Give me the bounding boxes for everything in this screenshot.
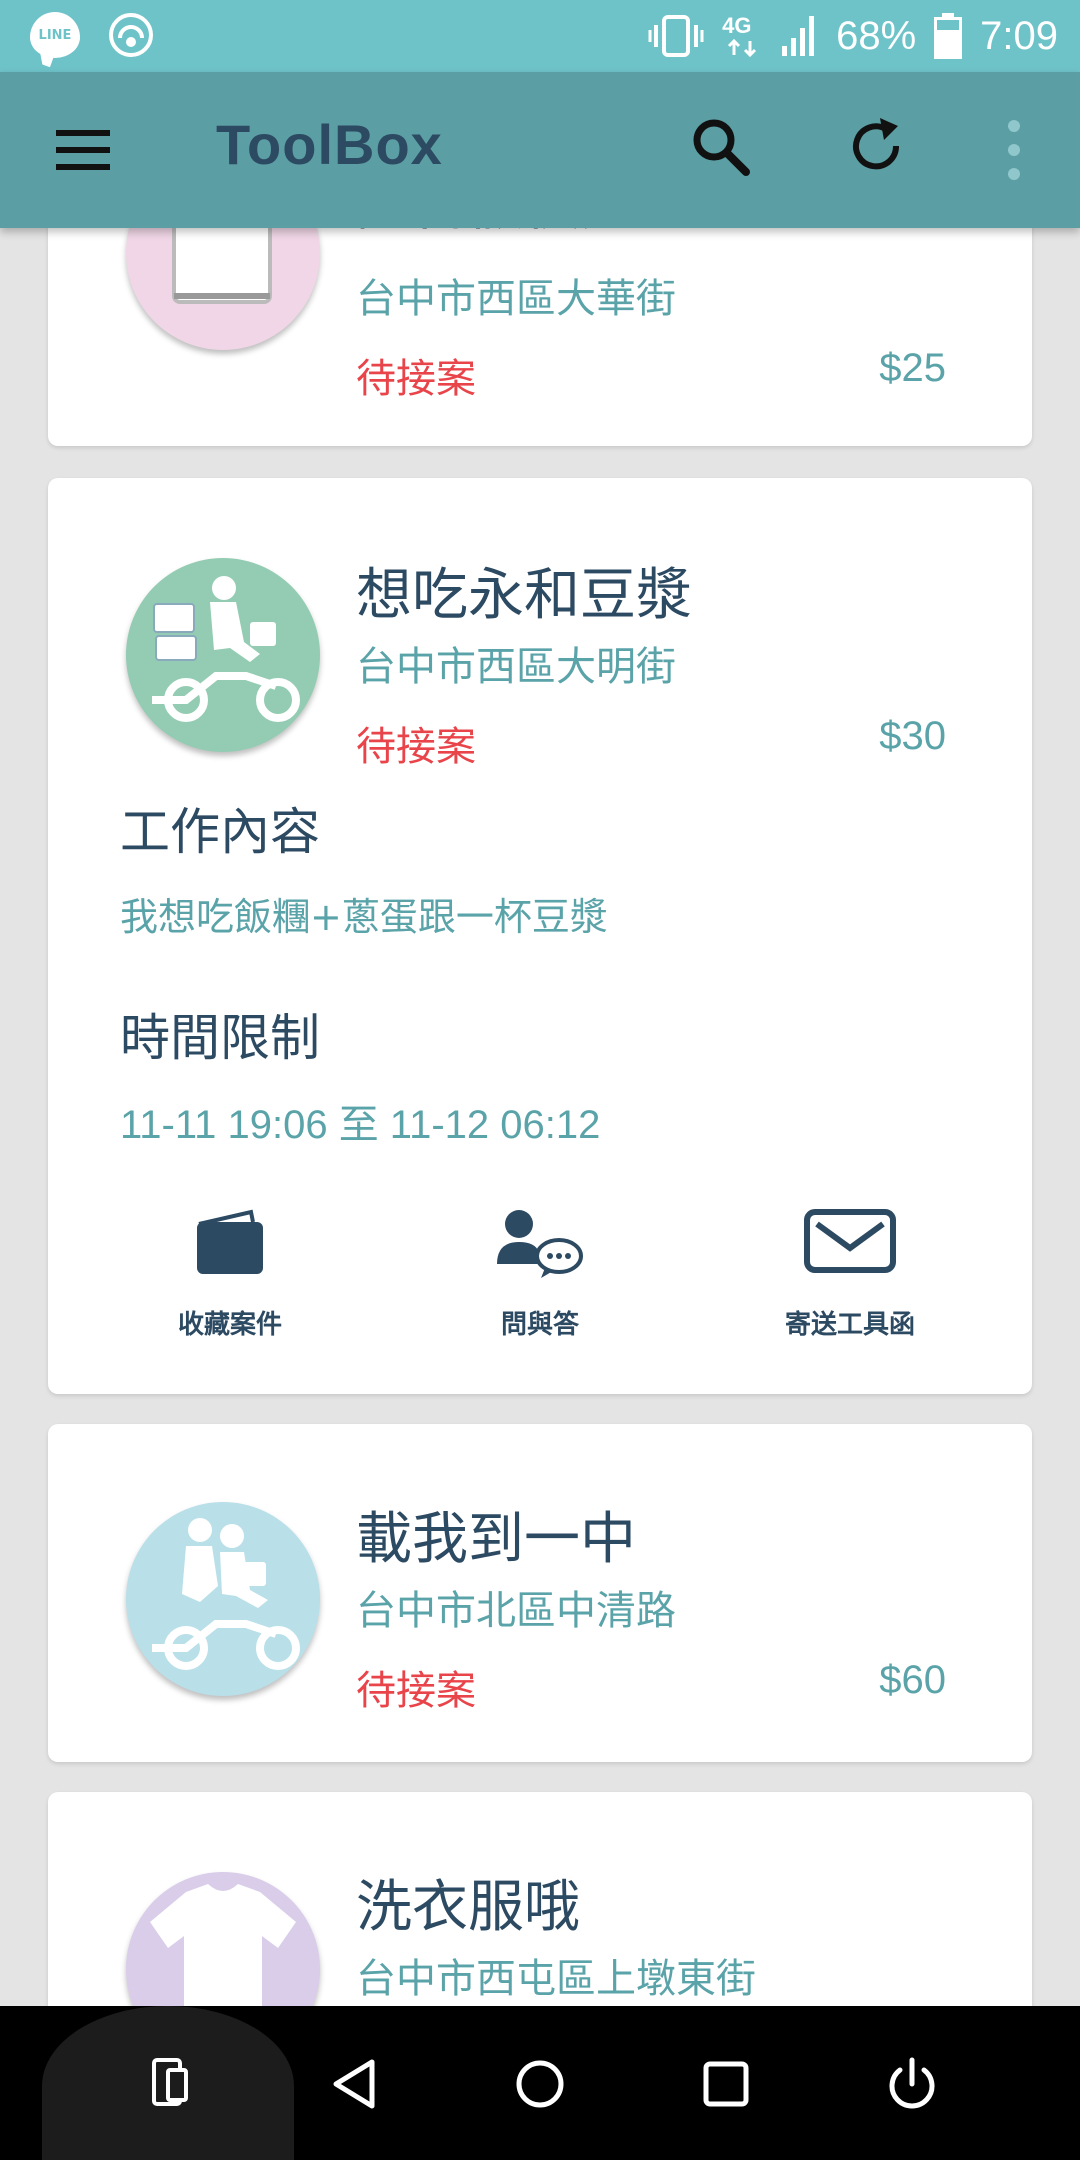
delivery-scooter-icon <box>152 576 300 722</box>
favorite-task-label: 收藏案件 <box>177 1310 282 1340</box>
signal-icon <box>782 16 815 56</box>
clock: 7:09 <box>980 13 1058 58</box>
send-tool-letter-label: 寄送工具函 <box>784 1310 915 1340</box>
task-avatar <box>126 1502 320 1696</box>
battery-icon <box>934 13 963 59</box>
task-price: $25 <box>879 346 946 390</box>
task-price: $30 <box>879 714 946 758</box>
send-tool-letter-button[interactable]: 寄送工具函 <box>750 1208 950 1340</box>
network-indicator: 4G <box>722 11 762 61</box>
envelope-icon <box>804 1209 896 1273</box>
time-limit-heading: 時間限制 <box>120 1009 320 1067</box>
line-label: LINE <box>38 27 72 43</box>
favorite-task-button[interactable]: 收藏案件 <box>130 1208 330 1340</box>
battery-percent: 68% <box>836 13 917 58</box>
task-avatar <box>126 558 320 752</box>
recents-icon[interactable] <box>698 2056 754 2112</box>
app-bar: ToolBox <box>0 72 1080 228</box>
back-icon[interactable] <box>328 2056 384 2112</box>
task-title: 洗衣服哦 <box>356 1875 580 1940</box>
task-title: 載我到一中 <box>356 1507 636 1572</box>
task-card-expanded[interactable]: 想吃永和豆漿 台中市西區大明街 待接案 $30 工作內容 我想吃飯糰+蔥蛋跟一杯… <box>48 478 1032 1394</box>
task-address: 台中市西區大明街 <box>356 644 676 690</box>
task-title: 想吃永和豆漿 <box>356 563 692 628</box>
task-address: 台中市西屯區上墩東街 <box>356 1956 756 2002</box>
task-card[interactable]: 載我到一中 台中市北區中清路 待接案 $60 <box>48 1424 1032 1762</box>
search-icon[interactable] <box>686 112 756 182</box>
task-price: $60 <box>879 1658 946 1702</box>
more-icon[interactable] <box>996 116 1032 184</box>
task-address: 台中市西區大華街 <box>356 276 676 322</box>
system-nav-bar <box>0 2006 1080 2160</box>
qa-label: 問與答 <box>500 1310 579 1340</box>
menu-icon[interactable] <box>50 120 116 180</box>
ride-scooter-icon <box>152 1518 300 1670</box>
task-status: 待接案 <box>356 1668 476 1714</box>
refresh-icon[interactable] <box>842 112 912 182</box>
qa-button[interactable]: 問與答 <box>440 1208 640 1340</box>
work-content-heading: 工作內容 <box>120 803 320 861</box>
wallet-icon <box>197 1209 263 1274</box>
app-title: ToolBox <box>216 113 443 176</box>
home-icon[interactable] <box>512 2056 568 2112</box>
power-icon[interactable] <box>884 2056 940 2112</box>
task-status: 待接案 <box>356 356 476 402</box>
network-type: 4G <box>722 13 752 38</box>
work-content-text: 我想吃飯糰+蔥蛋跟一杯豆漿 <box>120 895 608 939</box>
task-address: 台中市北區中清路 <box>356 1588 676 1634</box>
line-app-icon: LINE <box>30 12 80 58</box>
user-chat-icon <box>497 1210 583 1278</box>
time-limit-text: 11-11 19:06 至 11-12 06:12 <box>120 1103 601 1147</box>
data-arrows-icon <box>728 39 757 57</box>
task-card[interactable]: 証言假模方 台中市西區大華街 待接案 $25 <box>48 190 1032 446</box>
hotspot-icon <box>109 13 153 57</box>
vibrate-icon <box>648 15 704 57</box>
task-status: 待接案 <box>356 724 476 770</box>
screen-rotate-icon[interactable] <box>142 2056 198 2112</box>
status-bar: LINE 4G 68% 7:09 <box>0 0 1080 72</box>
